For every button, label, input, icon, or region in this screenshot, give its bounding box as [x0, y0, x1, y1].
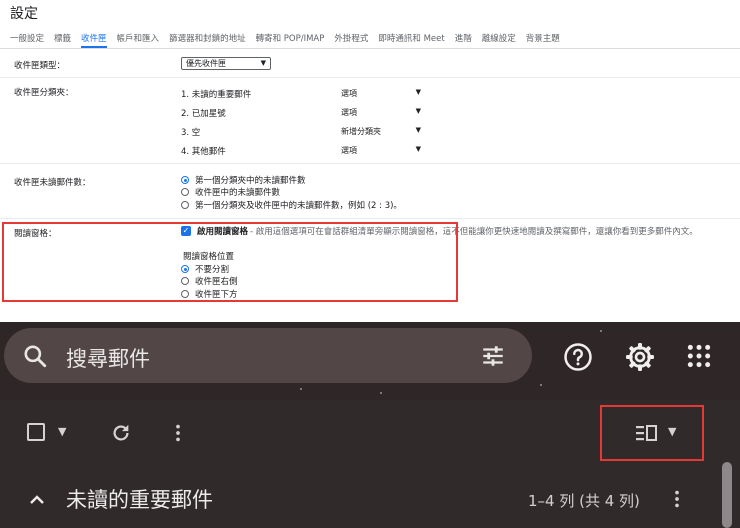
- section-name: 2. 已加星號: [181, 109, 226, 119]
- tab-chat-meet[interactable]: 即時通訊和 Meet: [378, 30, 444, 48]
- inbox-type-select[interactable]: 優先收件匣 ▼: [181, 57, 271, 70]
- radio-button[interactable]: [181, 188, 189, 196]
- tab-inbox[interactable]: 收件匣: [81, 30, 107, 48]
- section-option-text: 選項: [341, 146, 357, 155]
- row-divider: [0, 163, 740, 164]
- refresh-icon[interactable]: [110, 422, 132, 444]
- radio-button[interactable]: [181, 201, 189, 209]
- tab-general[interactable]: 一般設定: [10, 30, 44, 48]
- highlight-box: [600, 405, 704, 461]
- section-option-text: 選項: [341, 89, 357, 98]
- unread-option-2[interactable]: 收件匣中的未讀郵件數: [181, 186, 280, 198]
- unread-option-1[interactable]: 第一個分類夾中的未讀郵件數: [181, 174, 306, 186]
- chevron-up-icon[interactable]: [28, 492, 46, 506]
- tab-addons[interactable]: 外掛程式: [334, 30, 368, 48]
- scrollbar-thumb[interactable]: [722, 462, 732, 528]
- inbox-type-label: 收件匣類型：: [14, 61, 66, 71]
- section-options-dropdown[interactable]: 選項 ▼: [341, 145, 421, 156]
- tab-forwarding[interactable]: 轉寄和 POP/IMAP: [256, 30, 325, 48]
- inbox-sections-label: 收件匣分類夾：: [14, 88, 74, 98]
- chevron-down-icon: ▼: [415, 126, 421, 134]
- tab-advanced[interactable]: 進階: [455, 30, 472, 48]
- chevron-down-icon: ▼: [415, 88, 421, 96]
- section-option-text: 選項: [341, 108, 357, 117]
- section-options-dropdown[interactable]: 新增分類夾 ▼: [341, 126, 421, 137]
- help-icon[interactable]: [563, 342, 593, 372]
- tab-themes[interactable]: 背景主題: [526, 30, 560, 48]
- gmail-dark-ui: 搜尋郵件 ▼ ▼ 未讀的重要郵件 1–4 列 (共 4 列): [0, 322, 740, 528]
- search-icon[interactable]: [22, 343, 48, 369]
- section-count: 1–4 列 (共 4 列): [528, 492, 640, 510]
- page-title: 設定: [10, 6, 38, 22]
- chevron-down-icon: ▼: [260, 59, 266, 67]
- settings-tabs: 一般設定 標籤 收件匣 帳戶和匯入 篩選器和封鎖的地址 轉寄和 POP/IMAP…: [10, 30, 570, 50]
- more-vert-icon[interactable]: [169, 422, 187, 444]
- section-options-dropdown[interactable]: 選項 ▼: [341, 107, 421, 118]
- inbox-type-value: 優先收件匣: [186, 59, 226, 68]
- section-row-3: 3. 空 新增分類夾 ▼: [181, 126, 441, 142]
- gear-icon[interactable]: [624, 341, 656, 373]
- more-vert-icon[interactable]: [670, 488, 684, 510]
- section-row-4: 4. 其他郵件 選項 ▼: [181, 145, 441, 161]
- search-input[interactable]: 搜尋郵件: [66, 343, 150, 373]
- unread-count-label: 收件匣未讀郵件數：: [14, 178, 91, 188]
- section-options-dropdown[interactable]: 選項 ▼: [341, 88, 421, 99]
- tabs-divider: [0, 48, 740, 49]
- select-all-checkbox[interactable]: [27, 423, 45, 441]
- highlight-box: [2, 222, 458, 302]
- chevron-down-icon: ▼: [415, 145, 421, 153]
- unread-option-text: 第一個分類夾中的未讀郵件數: [195, 176, 306, 186]
- section-title: 未讀的重要郵件: [66, 488, 213, 512]
- apps-icon[interactable]: [686, 343, 712, 369]
- tab-labels[interactable]: 標籤: [54, 30, 71, 48]
- section-row-2: 2. 已加星號 選項 ▼: [181, 107, 441, 123]
- select-options-chevron-icon[interactable]: ▼: [58, 425, 66, 438]
- tab-offline[interactable]: 離線設定: [482, 30, 516, 48]
- tab-filters[interactable]: 篩選器和封鎖的地址: [169, 30, 246, 48]
- unread-option-text: 第一個分類夾及收件匣中的未讀郵件數，例如 (2 : 3)。: [195, 201, 402, 211]
- unread-option-text: 收件匣中的未讀郵件數: [195, 188, 281, 198]
- section-option-text: 新增分類夾: [341, 127, 381, 136]
- unread-option-3[interactable]: 第一個分類夾及收件匣中的未讀郵件數，例如 (2 : 3)。: [181, 199, 402, 211]
- settings-panel: 設定 一般設定 標籤 收件匣 帳戶和匯入 篩選器和封鎖的地址 轉寄和 POP/I…: [0, 0, 740, 322]
- tab-accounts[interactable]: 帳戶和匯入: [117, 30, 160, 48]
- search-bar[interactable]: 搜尋郵件: [4, 328, 532, 383]
- chevron-down-icon: ▼: [415, 107, 421, 115]
- row-divider: [0, 218, 740, 219]
- section-name: 1. 未讀的重要郵件: [181, 90, 252, 100]
- section-row-1: 1. 未讀的重要郵件 選項 ▼: [181, 88, 441, 104]
- tune-icon[interactable]: [480, 343, 506, 369]
- section-name: 3. 空: [181, 128, 201, 138]
- section-name: 4. 其他郵件: [181, 147, 226, 157]
- row-divider: [0, 77, 740, 78]
- radio-button[interactable]: [181, 176, 189, 184]
